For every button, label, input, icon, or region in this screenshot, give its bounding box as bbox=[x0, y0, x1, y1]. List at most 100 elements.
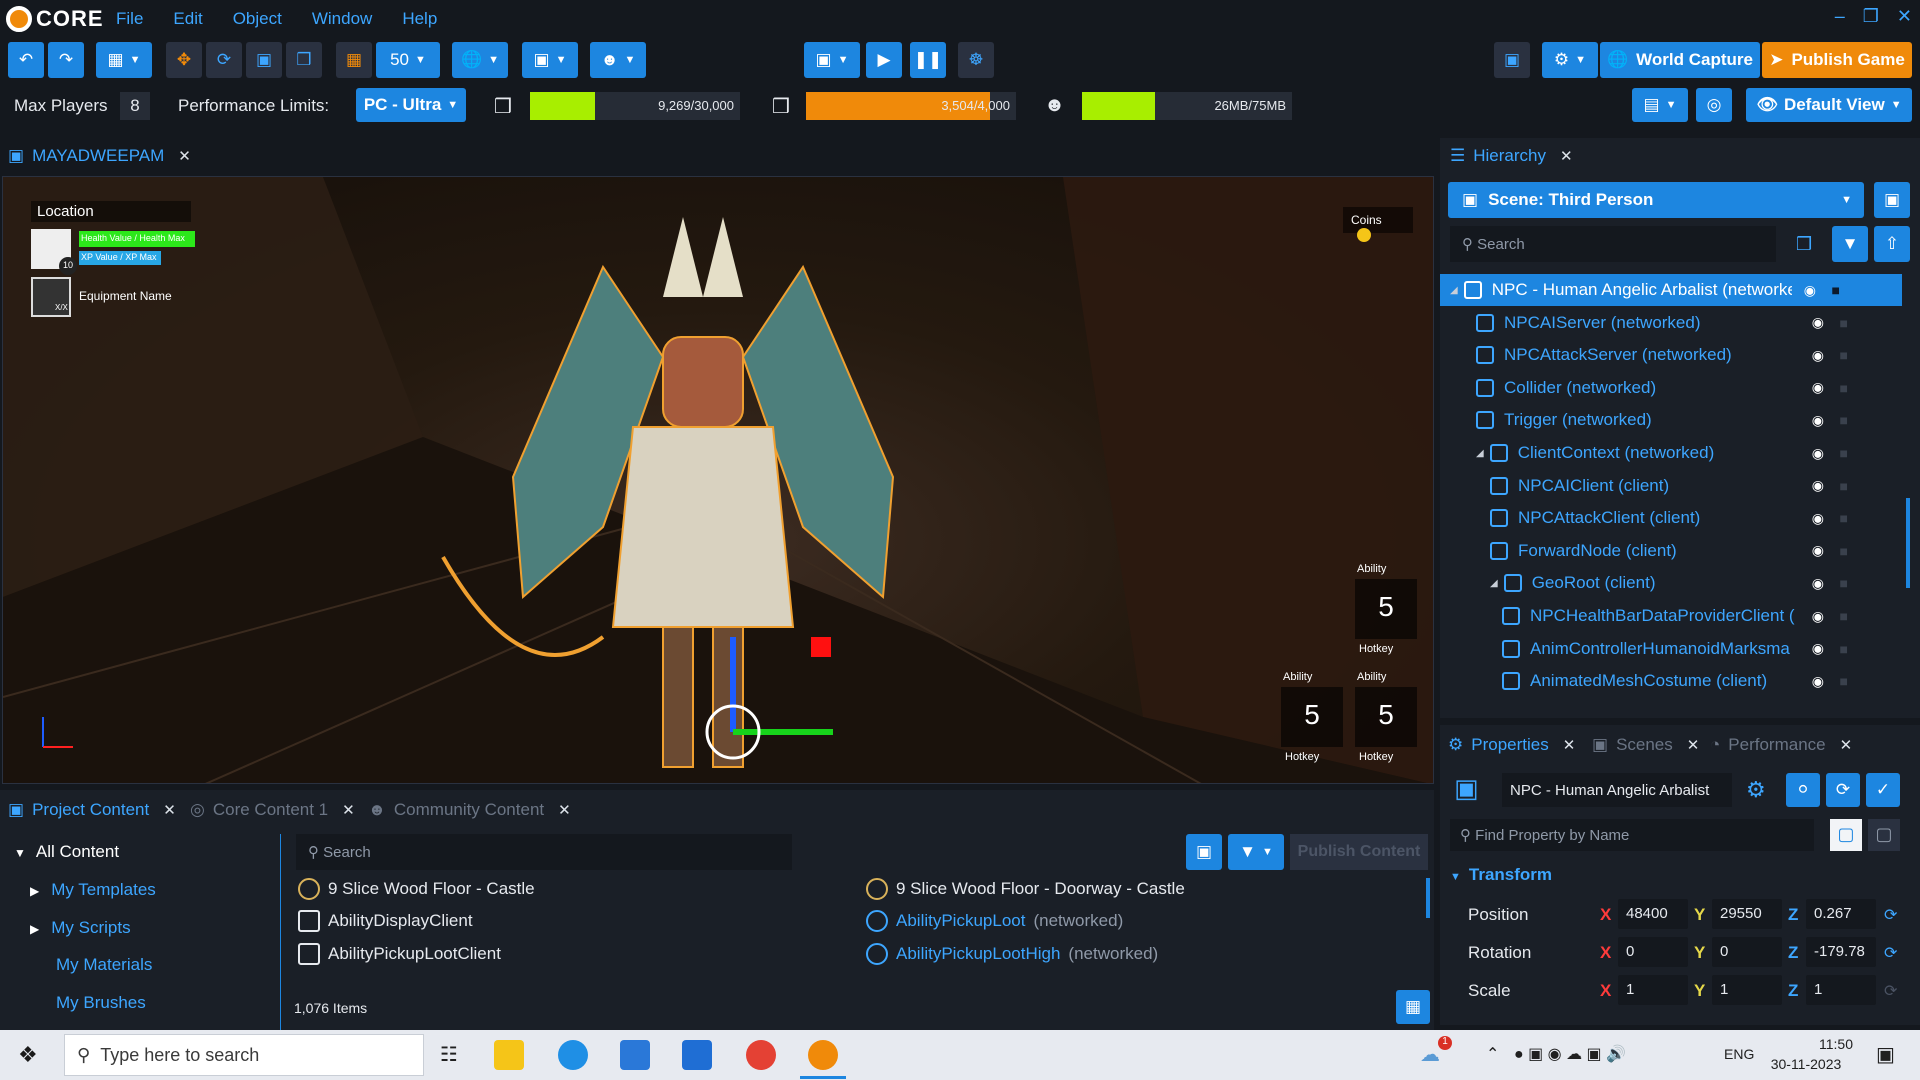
hierarchy-item[interactable]: ◢ ClientContext (networked) ◉ ■ bbox=[1440, 437, 1910, 469]
world-capture-button[interactable]: 🌐 World Capture bbox=[1600, 42, 1760, 78]
tree-my-templates[interactable]: ▶ My Templates bbox=[30, 880, 156, 900]
object-name-input[interactable]: NPC - Human Angelic Arbalist bbox=[1502, 773, 1732, 807]
grid-view-button[interactable]: ▦ bbox=[1396, 990, 1430, 1024]
eye-icon[interactable]: ◉ bbox=[1812, 412, 1824, 429]
scale-tool-button[interactable]: ▣ bbox=[246, 42, 282, 78]
lock-icon[interactable]: ■ bbox=[1840, 641, 1848, 657]
restore-icon[interactable]: ❐ bbox=[1863, 6, 1879, 27]
hierarchy-item[interactable]: ◢ GeoRoot (client) ◉ ■ bbox=[1440, 567, 1910, 599]
viewport-tab[interactable]: ▣ MAYADWEEPAM ✕ bbox=[8, 146, 191, 166]
position-y-input[interactable]: 29550 bbox=[1712, 899, 1782, 929]
undo-button[interactable]: ↶ bbox=[8, 42, 44, 78]
eye-icon[interactable]: ◉ bbox=[1812, 542, 1824, 559]
store-icon[interactable] bbox=[682, 1040, 712, 1070]
scale-x-input[interactable]: 1 bbox=[1618, 975, 1688, 1005]
menu-object[interactable]: Object bbox=[233, 9, 282, 29]
mail-icon[interactable] bbox=[620, 1040, 650, 1070]
reset-icon[interactable]: ⟳ bbox=[1884, 943, 1897, 963]
settings-dropdown[interactable]: ⚙ ▼ bbox=[1542, 42, 1598, 78]
world-space-button[interactable]: 🌐 ▼ bbox=[452, 42, 508, 78]
hierarchy-item[interactable]: AnimControllerHumanoidMarksma ◉ ■ bbox=[1440, 633, 1910, 665]
chrome-icon[interactable] bbox=[746, 1040, 776, 1070]
rotation-x-input[interactable]: 0 bbox=[1618, 937, 1688, 967]
players-button[interactable]: ☻ ▼ bbox=[590, 42, 646, 78]
scale-y-input[interactable]: 1 bbox=[1712, 975, 1782, 1005]
minimize-icon[interactable]: – bbox=[1835, 6, 1845, 27]
copy-properties-button[interactable]: ▢ bbox=[1830, 819, 1862, 851]
lock-icon[interactable]: ■ bbox=[1840, 673, 1848, 689]
move-tool-button[interactable]: ✥ bbox=[166, 42, 202, 78]
lock-icon[interactable]: ■ bbox=[1840, 347, 1848, 363]
menu-help[interactable]: Help bbox=[402, 9, 437, 29]
tree-all-content[interactable]: ▼ All Content bbox=[14, 842, 119, 862]
content-item[interactable]: AbilityPickupLoot (networked) bbox=[866, 910, 1123, 932]
apply-button[interactable]: ✓ bbox=[1866, 773, 1900, 807]
lock-icon[interactable]: ■ bbox=[1840, 510, 1848, 526]
performance-tab[interactable]: ◔ Performance ✕ bbox=[1710, 735, 1852, 755]
hierarchy-search-input[interactable]: ⚲ Search bbox=[1450, 226, 1776, 262]
eye-icon[interactable]: ◉ bbox=[1812, 510, 1824, 527]
network-icon[interactable]: ⚙ bbox=[1746, 777, 1766, 803]
reset-icon[interactable]: ⟳ bbox=[1884, 981, 1897, 1001]
edge-icon[interactable] bbox=[558, 1040, 588, 1070]
tree-my-brushes[interactable]: My Brushes bbox=[56, 993, 146, 1013]
content-item[interactable]: AbilityDisplayClient bbox=[298, 910, 473, 932]
eye-icon[interactable]: ◉ bbox=[1812, 608, 1824, 625]
community-content-tab[interactable]: ☻ Community Content ✕ bbox=[368, 800, 571, 820]
hierarchy-item[interactable]: AnimatedMeshCostume (client) ◉ ■ bbox=[1440, 665, 1910, 697]
content-item[interactable]: 9 Slice Wood Floor - Castle bbox=[298, 878, 535, 900]
performance-limits-dropdown[interactable]: PC - Ultra ▼ bbox=[356, 88, 466, 122]
eye-icon[interactable]: ◉ bbox=[1812, 347, 1824, 364]
scene-viewport[interactable]: Location 10 Health Value / Health Max XP… bbox=[2, 176, 1434, 784]
eye-icon[interactable]: ◉ bbox=[1812, 575, 1824, 592]
clock-date[interactable]: 30-11-2023 bbox=[1756, 1056, 1856, 1072]
templates-icon[interactable]: ❒ bbox=[1796, 234, 1812, 255]
eye-icon[interactable]: ◉ bbox=[1812, 379, 1824, 396]
clock-time[interactable]: 11:50 bbox=[1796, 1036, 1876, 1052]
grid-snap-button[interactable]: ▦ bbox=[336, 42, 372, 78]
core-app-icon[interactable] bbox=[808, 1040, 838, 1070]
taskbar-search-input[interactable]: ⚲ Type here to search bbox=[64, 1034, 424, 1076]
content-item[interactable]: 9 Slice Wood Floor - Doorway - Castle bbox=[866, 878, 1185, 900]
close-icon[interactable]: ✕ bbox=[1840, 736, 1853, 754]
hierarchy-item[interactable]: NPCAIServer (networked) ◉ ■ bbox=[1440, 307, 1910, 339]
eye-icon[interactable]: ◉ bbox=[1812, 640, 1824, 657]
close-icon[interactable]: ✕ bbox=[1560, 147, 1573, 165]
open-folder-button[interactable]: ▣ bbox=[1186, 834, 1222, 870]
redo-button[interactable]: ↷ bbox=[48, 42, 84, 78]
hierarchy-item[interactable]: NPCAttackServer (networked) ◉ ■ bbox=[1440, 339, 1910, 371]
expand-arrow-icon[interactable]: ◢ bbox=[1476, 448, 1484, 459]
publish-content-button[interactable]: Publish Content bbox=[1290, 834, 1428, 870]
lock-icon[interactable]: ■ bbox=[1840, 315, 1848, 331]
hierarchy-item[interactable]: Trigger (networked) ◉ ■ bbox=[1440, 404, 1910, 436]
eye-icon[interactable]: ◉ bbox=[1804, 282, 1816, 299]
view-toggle-button[interactable]: ◎ bbox=[1696, 88, 1732, 122]
default-view-dropdown[interactable]: 👁 Default View ▼ bbox=[1746, 88, 1912, 122]
hierarchy-scrollbar[interactable] bbox=[1906, 498, 1910, 588]
task-view-icon[interactable]: ☷ bbox=[440, 1042, 458, 1067]
lock-icon[interactable]: ■ bbox=[1840, 575, 1848, 591]
tree-my-materials[interactable]: My Materials bbox=[56, 955, 152, 975]
content-search-input[interactable]: ⚲ Search bbox=[296, 834, 792, 870]
pause-button[interactable]: ❚❚ bbox=[910, 42, 946, 78]
menu-edit[interactable]: Edit bbox=[173, 9, 202, 29]
expand-arrow-icon[interactable]: ◢ bbox=[1490, 578, 1498, 589]
scale-z-input[interactable]: 1 bbox=[1806, 975, 1876, 1005]
hierarchy-tab[interactable]: ☰ Hierarchy ✕ bbox=[1450, 146, 1573, 166]
tray-icons[interactable]: ● ▣ ◉ ☁ ▣ 🔊 bbox=[1514, 1044, 1626, 1064]
close-icon[interactable]: ✕ bbox=[342, 801, 355, 819]
expand-arrow-icon[interactable]: ◢ bbox=[1450, 285, 1458, 296]
weather-icon[interactable]: ☁ bbox=[1420, 1042, 1440, 1067]
snap-value-dropdown[interactable]: 50 ▼ bbox=[376, 42, 440, 78]
eye-icon[interactable]: ◉ bbox=[1812, 477, 1824, 494]
position-x-input[interactable]: 48400 bbox=[1618, 899, 1688, 929]
content-item[interactable]: AbilityPickupLootClient bbox=[298, 943, 501, 965]
reset-icon[interactable]: ⟳ bbox=[1884, 905, 1897, 925]
lock-icon[interactable]: ■ bbox=[1840, 412, 1848, 428]
close-icon[interactable]: ✕ bbox=[558, 801, 571, 819]
file-explorer-icon[interactable] bbox=[494, 1040, 524, 1070]
content-scrollbar[interactable] bbox=[1426, 878, 1430, 918]
layout-dropdown[interactable]: ▤ ▼ bbox=[1632, 88, 1688, 122]
scene-dropdown[interactable]: ▣ Scene: Third Person ▼ bbox=[1448, 182, 1864, 218]
filter-button[interactable]: ▼ bbox=[1832, 226, 1868, 262]
